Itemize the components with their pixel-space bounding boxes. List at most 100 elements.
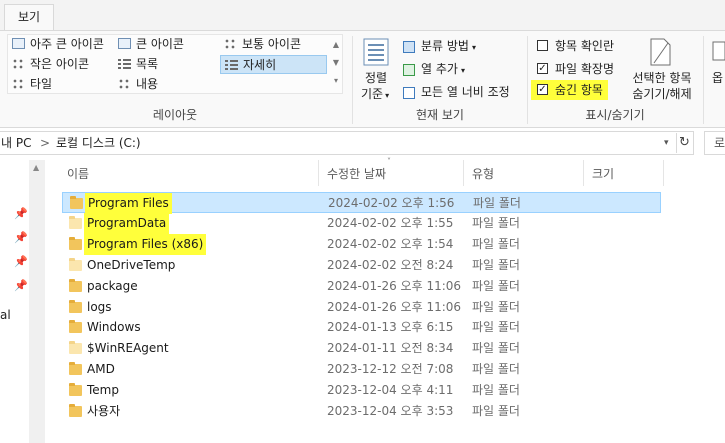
layout-tiles[interactable]: 타일 — [12, 75, 52, 94]
breadcrumb-drive[interactable]: 로컬 디스크 (C:) — [56, 131, 141, 155]
column-divider[interactable] — [663, 160, 664, 186]
layout-large-icons[interactable]: 큰 아이콘 — [118, 35, 184, 54]
item-checkboxes-checkbox[interactable] — [537, 40, 548, 51]
gallery-more-icon[interactable]: ▾ — [330, 72, 342, 90]
content-icon — [118, 78, 131, 89]
file-row[interactable]: 사용자 2023-12-04 오후 3:53 파일 폴더 — [62, 401, 661, 422]
add-columns-button[interactable]: 열 추가 ▾ — [403, 60, 465, 77]
file-name: OneDriveTemp — [87, 257, 176, 272]
sort-by-label-2: 기준 — [361, 87, 384, 101]
layout-item-label: 자세히 — [243, 58, 277, 72]
folder-icon — [69, 341, 82, 355]
file-date: 2024-02-02 오후 1:55 — [327, 215, 454, 230]
layout-item-label: 타일 — [30, 77, 53, 91]
hidden-items-label: 숨긴 항목 — [555, 83, 603, 97]
folder-icon — [70, 196, 83, 209]
layout-small-icons[interactable]: 작은 아이콘 — [12, 55, 89, 74]
folder-icon — [69, 278, 82, 292]
file-name: 사용자 — [87, 404, 121, 418]
layout-list[interactable]: 목록 — [118, 55, 158, 74]
column-divider[interactable] — [583, 160, 584, 186]
file-type: 파일 폴더 — [472, 215, 520, 230]
folder-icon — [69, 404, 82, 417]
file-type: 파일 폴더 — [473, 196, 521, 210]
item-checkboxes-label: 항목 확인란 — [555, 39, 615, 53]
nav-item-partial[interactable]: al — [0, 308, 11, 322]
details-icon — [225, 59, 238, 70]
refresh-icon[interactable]: ↻ — [679, 131, 690, 155]
file-extensions-checkbox[interactable]: ✓ — [537, 63, 548, 74]
pin-icon: 📌 — [14, 279, 28, 292]
layout-details[interactable]: 자세히 — [220, 55, 327, 74]
layout-extra-large-icons[interactable]: 아주 큰 아이콘 — [12, 35, 104, 54]
tiles-icon — [12, 78, 25, 89]
file-name: Temp — [87, 383, 119, 398]
group-by-button[interactable]: 분류 방법 ▾ — [403, 37, 476, 54]
large-icons-icon — [118, 38, 131, 49]
file-row[interactable]: package 2024-01-26 오후 11:06 파일 폴더 — [62, 276, 661, 297]
column-divider[interactable] — [463, 160, 464, 186]
dropdown-arrow-icon: ▾ — [385, 91, 390, 100]
tab-view[interactable]: 보기 — [4, 4, 54, 31]
file-name: Program Files — [85, 193, 172, 214]
column-header-date[interactable]: 수정한 날짜 — [327, 160, 386, 188]
small-icons-icon — [12, 58, 25, 69]
file-type: 파일 폴더 — [472, 404, 520, 418]
file-date: 2024-02-02 오후 1:56 — [328, 196, 455, 210]
breadcrumb-this-pc[interactable]: 내 PC — [1, 131, 31, 155]
file-row[interactable]: OneDriveTemp 2024-02-02 오전 8:24 파일 폴더 — [62, 255, 661, 276]
folder-icon — [69, 236, 82, 250]
file-name: AMD — [87, 362, 115, 377]
options-button[interactable]: 옵 — [712, 69, 723, 86]
extra-large-icons-icon — [12, 38, 25, 49]
gallery-down-icon[interactable]: ▼ — [330, 54, 342, 72]
file-type: 파일 폴더 — [472, 278, 520, 293]
layout-medium-icons[interactable]: 보통 아이콘 — [224, 35, 301, 54]
gallery-up-icon[interactable]: ▲ — [330, 36, 342, 54]
size-all-columns-button[interactable]: 모든 열 너비 조정 — [403, 83, 510, 100]
hide-selected-icon — [650, 38, 671, 66]
layout-item-label: 아주 큰 아이콘 — [30, 37, 104, 51]
scroll-up-icon[interactable]: ▲ — [33, 163, 39, 172]
file-row[interactable]: Windows 2024-01-13 오후 6:15 파일 폴더 — [62, 317, 661, 338]
hide-selected-label-2[interactable]: 숨기기/해제 — [628, 85, 696, 102]
file-row[interactable]: Program Files 2024-02-02 오후 1:56 파일 폴더 — [62, 192, 661, 214]
hidden-items-checkbox[interactable]: ✓ — [537, 84, 548, 95]
column-divider[interactable] — [318, 160, 319, 186]
sort-by-button[interactable]: 기준 ▾ — [361, 85, 389, 102]
file-date: 2024-01-26 오후 11:06 — [327, 278, 462, 293]
gallery-scroll[interactable]: ▲ ▼ ▾ — [330, 36, 342, 92]
file-row[interactable]: Program Files (x86) 2024-02-02 오후 1:54 파일 … — [62, 233, 661, 255]
file-row[interactable]: Temp 2023-12-04 오후 4:11 파일 폴더 — [62, 380, 661, 401]
column-header-type[interactable]: 유형 — [472, 160, 494, 188]
pin-icon: 📌 — [14, 207, 28, 220]
folder-icon — [69, 362, 82, 376]
column-header-size[interactable]: 크기 — [592, 160, 614, 188]
item-checkboxes-toggle[interactable]: 항목 확인란 — [537, 37, 614, 54]
list-icon — [118, 58, 131, 69]
breadcrumb-separator-icon[interactable]: > — [40, 131, 50, 155]
pin-icon: 📌 — [14, 231, 28, 244]
nav-pane-scrollbar[interactable] — [29, 160, 45, 443]
file-extensions-toggle[interactable]: ✓ 파일 확장명 — [537, 60, 614, 77]
group-by-label: 분류 방법 — [421, 39, 469, 53]
folder-icon — [69, 215, 82, 229]
file-row[interactable]: $WinREAgent 2024-01-11 오전 8:34 파일 폴더 — [62, 338, 661, 359]
column-header-name[interactable]: 이름 — [67, 160, 89, 188]
file-row[interactable]: ProgramData 2024-02-02 오후 1:55 파일 폴더 — [62, 212, 661, 234]
file-name: Windows — [87, 320, 141, 335]
file-row[interactable]: logs 2024-01-26 오후 11:06 파일 폴더 — [62, 297, 661, 318]
hide-selected-label-1[interactable]: 선택한 항목 — [628, 69, 696, 86]
layout-item-label: 작은 아이콘 — [30, 57, 90, 71]
hidden-items-toggle[interactable]: ✓ 숨긴 항목 — [531, 80, 608, 100]
folder-icon — [69, 320, 82, 334]
sort-by-label-1[interactable]: 정렬 — [365, 69, 387, 86]
sort-chevron-icon: ˅ — [387, 157, 391, 166]
file-row[interactable]: AMD 2023-12-12 오전 7:08 파일 폴더 — [62, 359, 661, 380]
layout-item-label: 보통 아이콘 — [242, 37, 302, 51]
address-dropdown-icon[interactable]: ▾ — [664, 131, 669, 155]
layout-content[interactable]: 내용 — [118, 75, 158, 94]
file-type: 파일 폴더 — [472, 320, 520, 335]
file-type: 파일 폴더 — [472, 236, 520, 251]
add-columns-icon — [403, 63, 415, 76]
